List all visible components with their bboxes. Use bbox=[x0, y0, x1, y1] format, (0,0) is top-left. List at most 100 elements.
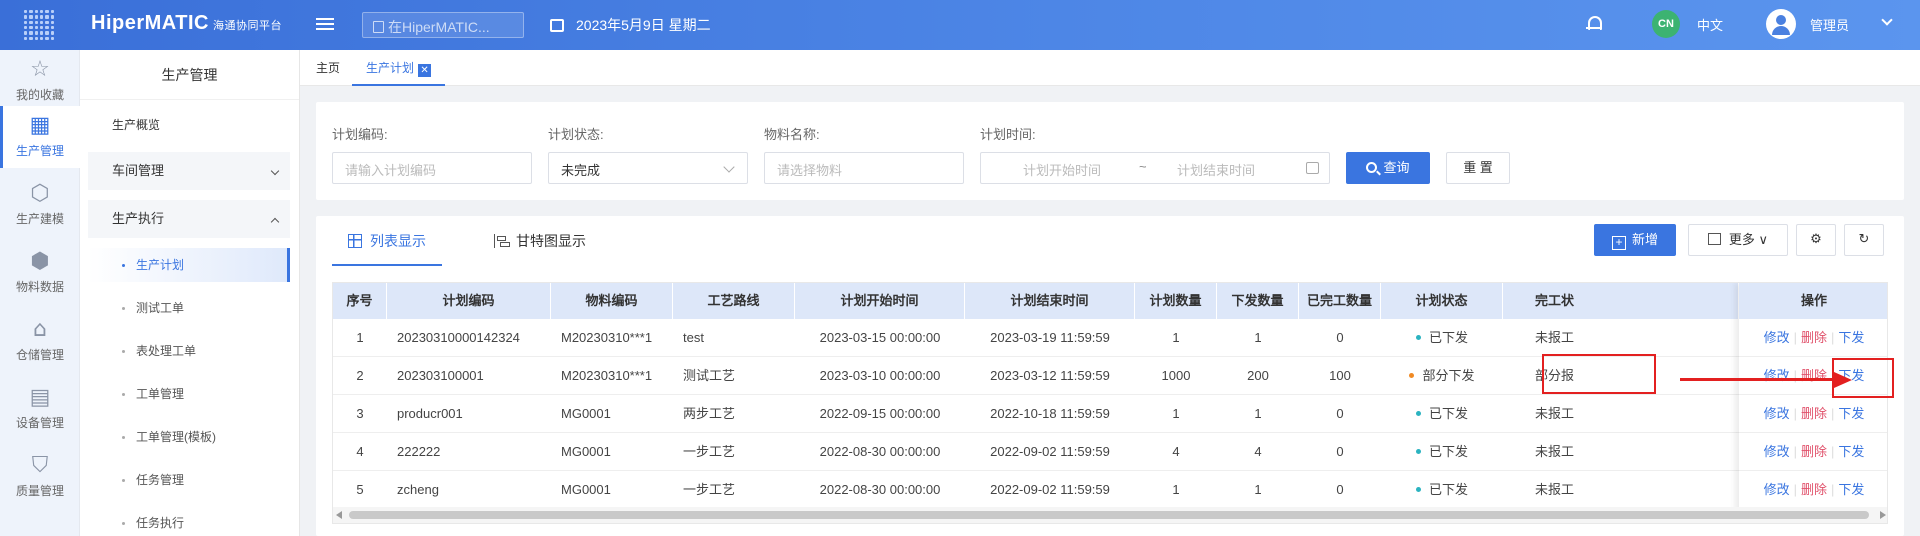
cell-plan-qty: 1 bbox=[1172, 406, 1180, 421]
cell-completion: 未报工 bbox=[1535, 482, 1575, 497]
cell-done-qty: 0 bbox=[1336, 444, 1344, 459]
rail-item-warehouse[interactable]: ⌂ 仓储管理 bbox=[0, 310, 80, 372]
cell-done-qty: 0 bbox=[1336, 330, 1344, 345]
production-icon: ▦ bbox=[29, 113, 51, 138]
status-label: 计划状态: bbox=[548, 127, 604, 142]
refresh-button[interactable]: ↻ bbox=[1844, 224, 1884, 256]
cell-plan-code: 222222 bbox=[397, 444, 441, 459]
star-icon: ☆ bbox=[30, 57, 50, 82]
scroll-right-icon[interactable] bbox=[1880, 511, 1886, 519]
rail-item-device[interactable]: ▤ 设备管理 bbox=[0, 378, 80, 440]
edit-link[interactable]: 修改 bbox=[1764, 444, 1790, 459]
app-grid-icon[interactable] bbox=[24, 10, 54, 40]
cell-done-qty: 0 bbox=[1336, 482, 1344, 497]
sidebar-item-test-order[interactable]: 测试工单 bbox=[88, 291, 290, 325]
chevron-up-icon bbox=[270, 217, 280, 227]
edit-link[interactable]: 修改 bbox=[1764, 406, 1790, 421]
date-range-picker[interactable]: 计划开始时间 ~ 计划结束时间 bbox=[980, 152, 1330, 184]
sidebar-item-overview[interactable]: 生产概览 bbox=[80, 108, 299, 142]
cell-status: 已下发 bbox=[1381, 395, 1503, 433]
cell-index: 4 bbox=[356, 444, 364, 459]
sidebar-item-surface-order[interactable]: 表处理工单 bbox=[88, 334, 290, 368]
user-name[interactable]: 管理员 bbox=[1810, 15, 1849, 34]
tab-production-plan[interactable]: 生产计划 ✕ bbox=[352, 50, 446, 86]
tab-gantt-view[interactable]: 甘特图显示 bbox=[494, 216, 586, 266]
search-icon bbox=[373, 21, 384, 33]
rail-item-production[interactable]: ▦ 生产管理 bbox=[0, 106, 80, 168]
divider: | bbox=[1831, 330, 1835, 345]
cell-plan-code: 202303100001 bbox=[397, 368, 484, 383]
cell-index: 5 bbox=[356, 482, 364, 497]
table-row: 1 20230310000142324 M20230310***1 test 2023-… bbox=[333, 319, 1887, 357]
sidebar-item-task-execution[interactable]: 任务执行 bbox=[88, 506, 290, 536]
logo-subtitle: 海通协同平台 bbox=[212, 20, 282, 32]
sidebar-item-task-management[interactable]: 任务管理 bbox=[88, 463, 290, 497]
language-badge[interactable]: CN bbox=[1652, 10, 1680, 38]
cell-issued-qty: 1 bbox=[1254, 330, 1262, 345]
start-date-placeholder[interactable]: 计划开始时间 bbox=[1023, 160, 1101, 179]
sidebar-item-order-template[interactable]: 工单管理(模板) bbox=[88, 420, 290, 454]
delete-link[interactable]: 删除 bbox=[1801, 444, 1827, 459]
device-icon: ▤ bbox=[29, 385, 51, 410]
add-plan-button[interactable]: + 新增 bbox=[1594, 224, 1676, 256]
status-dot-icon bbox=[1415, 487, 1421, 492]
cell-start-time: 2022-08-30 00:00:00 bbox=[819, 444, 941, 459]
current-date: 2023年5月9日 星期二 bbox=[550, 15, 711, 35]
language-label[interactable]: 中文 bbox=[1697, 15, 1723, 34]
end-date-placeholder[interactable]: 计划结束时间 bbox=[1177, 160, 1255, 179]
edit-link[interactable]: 修改 bbox=[1764, 330, 1790, 345]
col-header-plan-code: 计划编码 bbox=[387, 283, 551, 319]
delete-link[interactable]: 删除 bbox=[1801, 482, 1827, 497]
operation-row: 修改 | 删除 | 下发 bbox=[1739, 471, 1887, 509]
query-label: 查询 bbox=[1383, 160, 1410, 175]
plan-code-input[interactable]: 请输入计划编码 bbox=[332, 152, 532, 184]
shield-check-icon: ⛉ bbox=[31, 453, 49, 478]
delete-link[interactable]: 删除 bbox=[1801, 406, 1827, 421]
rail-item-quality[interactable]: ⛉ 质量管理 bbox=[0, 446, 80, 508]
horizontal-scrollbar[interactable] bbox=[333, 507, 1887, 523]
filter-panel: 计划编码: 请输入计划编码 计划状态: 未完成 物料名称: 请选择物料 计划时间… bbox=[316, 102, 1904, 200]
cell-route: 一步工艺 bbox=[683, 482, 736, 497]
issue-link[interactable]: 下发 bbox=[1838, 482, 1864, 497]
delete-link[interactable]: 删除 bbox=[1801, 330, 1827, 345]
tab-list-view[interactable]: 列表显示 bbox=[332, 216, 442, 266]
user-avatar[interactable] bbox=[1766, 9, 1796, 39]
rail-item-modeling[interactable]: ⬡ 生产建模 bbox=[0, 174, 80, 236]
close-icon[interactable]: ✕ bbox=[418, 64, 432, 77]
material-label: 物料名称: bbox=[764, 127, 820, 142]
rail-item-material[interactable]: ⬢ 物料数据 bbox=[0, 242, 80, 304]
issue-link[interactable]: 下发 bbox=[1838, 330, 1864, 345]
cell-issued-qty: 1 bbox=[1254, 406, 1262, 421]
material-select[interactable]: 请选择物料 bbox=[764, 152, 964, 184]
more-button[interactable]: 更多 ∨ bbox=[1688, 224, 1788, 256]
query-button[interactable]: 查询 bbox=[1346, 152, 1430, 184]
global-search-input[interactable]: 在HiperMATIC... bbox=[362, 12, 524, 38]
sidebar-group-workshop[interactable]: 车间管理 bbox=[88, 152, 290, 190]
status-select[interactable]: 未完成 bbox=[548, 152, 748, 184]
scrollbar-thumb[interactable] bbox=[349, 511, 1869, 519]
col-header-plan-qty: 计划数量 bbox=[1135, 283, 1217, 319]
cell-plan-qty: 1 bbox=[1172, 330, 1180, 345]
cell-start-time: 2023-03-10 00:00:00 bbox=[819, 368, 941, 383]
status-text: 部分下发 bbox=[1422, 368, 1475, 383]
reset-button[interactable]: 重 置 bbox=[1446, 152, 1510, 184]
sidebar-group-execution[interactable]: 生产执行 bbox=[88, 200, 290, 238]
chevron-down-icon[interactable] bbox=[1881, 14, 1893, 26]
tab-home[interactable]: 主页 bbox=[316, 50, 340, 86]
issue-link[interactable]: 下发 bbox=[1838, 406, 1864, 421]
rail-item-favorites[interactable]: ☆ 我的收藏 bbox=[0, 50, 80, 112]
sidebar-item-production-plan[interactable]: 生产计划 bbox=[88, 248, 290, 282]
issue-link[interactable]: 下发 bbox=[1838, 444, 1864, 459]
cell-route: 一步工艺 bbox=[683, 444, 736, 459]
settings-button[interactable]: ⚙ bbox=[1796, 224, 1836, 256]
sidebar-item-order-management[interactable]: 工单管理 bbox=[88, 377, 290, 411]
cell-index: 1 bbox=[356, 330, 364, 345]
status-dot-icon bbox=[1409, 373, 1415, 378]
menu-toggle-icon[interactable] bbox=[316, 15, 334, 33]
more-label: 更多 bbox=[1728, 232, 1755, 247]
cell-index: 2 bbox=[356, 368, 364, 383]
bell-icon[interactable] bbox=[1586, 16, 1602, 32]
edit-link[interactable]: 修改 bbox=[1764, 482, 1790, 497]
scroll-left-icon[interactable] bbox=[336, 511, 342, 519]
cell-issued-qty: 1 bbox=[1254, 482, 1262, 497]
